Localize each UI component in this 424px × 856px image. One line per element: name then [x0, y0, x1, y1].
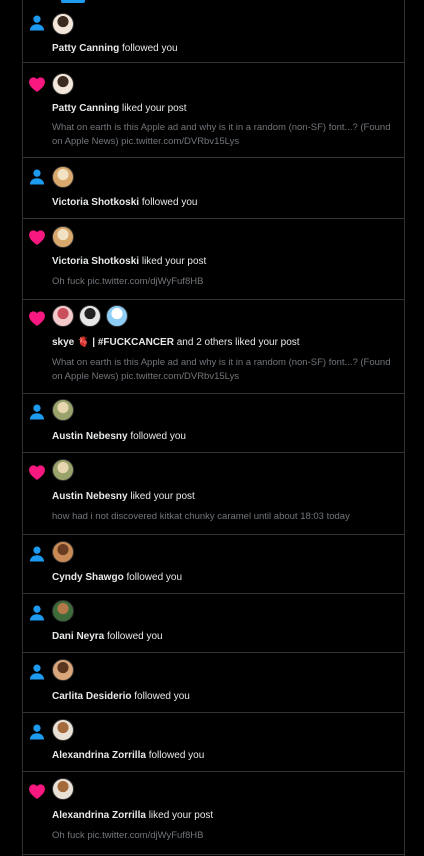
avatar-cyndy-shawgo[interactable]: [52, 541, 74, 563]
user-name[interactable]: skye 🫀 | #FUCKCANCER: [52, 337, 174, 348]
user-name[interactable]: Alexandrina Zorrilla: [52, 750, 146, 761]
avatar-group: [52, 778, 74, 800]
heart-icon: [27, 227, 47, 247]
user-name[interactable]: Cyndy Shawgo: [52, 572, 124, 583]
notification-text: Austin Nebesny followed you: [52, 430, 396, 443]
notification-item[interactable]: Patty Canning liked your post What on ear…: [23, 63, 404, 158]
user-name[interactable]: Austin Nebesny: [52, 431, 128, 442]
avatar-group: [52, 226, 74, 248]
notification-text: Victoria Shotkoski liked your post: [52, 255, 396, 268]
user-name[interactable]: Austin Nebesny: [52, 491, 128, 502]
avatar-victoria-shotkoski[interactable]: [52, 226, 74, 248]
avatar-alexandrina-zorrilla[interactable]: [52, 778, 74, 800]
avatar-carlita-desiderio[interactable]: [52, 659, 74, 681]
heart-icon: [27, 308, 47, 328]
person-icon: [27, 662, 47, 682]
action-text: and 2 others liked your post: [173, 337, 300, 348]
notification-item[interactable]: Cyndy Shawgo followed you: [23, 535, 404, 594]
post-preview[interactable]: how had i not discovered kitkat chunky c…: [52, 510, 398, 524]
action-text: liked your post: [145, 810, 214, 821]
notification-item[interactable]: Alexandrina Zorrilla followed you: [23, 713, 404, 772]
avatar-dani-neyra[interactable]: [52, 600, 74, 622]
action-text: liked your post: [127, 491, 195, 502]
avatar-group: [52, 73, 74, 95]
avatar-group: [52, 305, 128, 327]
heart-icon: [27, 781, 47, 801]
avatar-skye[interactable]: [52, 305, 74, 327]
user-name[interactable]: Patty Canning: [52, 43, 119, 54]
person-icon: [27, 603, 47, 623]
person-icon: [27, 722, 47, 742]
notification-item[interactable]: Dani Neyra followed you: [23, 594, 404, 653]
avatar-cartoon[interactable]: [106, 305, 128, 327]
action-text: followed you: [127, 431, 186, 442]
notification-item[interactable]: Austin Nebesny followed you: [23, 394, 404, 453]
notification-text: Patty Canning liked your post: [52, 102, 396, 115]
notification-text: Alexandrina Zorrilla liked your post: [52, 809, 396, 822]
user-name[interactable]: Alexandrina Zorrilla: [52, 810, 146, 821]
avatar-group: [52, 719, 74, 741]
heart-icon: [27, 74, 47, 94]
post-preview[interactable]: What on earth is this Apple ad and why i…: [52, 121, 398, 149]
action-text: followed you: [145, 750, 205, 761]
notification-text: Carlita Desiderio followed you: [52, 690, 396, 703]
action-text: followed you: [119, 43, 178, 54]
person-icon: [27, 13, 47, 33]
notifications-feed: Patty Canning followed you Patty Canning …: [22, 0, 405, 856]
post-preview[interactable]: Oh fuck pic.twitter.com/djWyFuf8HB: [52, 829, 398, 843]
avatar-patty-canning[interactable]: [52, 73, 74, 95]
avatar-victoria-shotkoski[interactable]: [52, 166, 74, 188]
action-text: followed you: [139, 197, 198, 208]
avatar-austin-nebesny[interactable]: [52, 459, 74, 481]
avatar-group: [52, 541, 74, 563]
avatar-group: [52, 399, 74, 421]
avatar-group: [52, 600, 74, 622]
notification-item[interactable]: skye 🫀 | #FUCKCANCER and 2 others liked …: [23, 300, 404, 394]
notification-text: Austin Nebesny liked your post: [52, 490, 396, 503]
notification-item[interactable]: Carlita Desiderio followed you: [23, 653, 404, 713]
person-icon: [27, 167, 47, 187]
notification-text: skye 🫀 | #FUCKCANCER and 2 others liked …: [52, 336, 396, 349]
avatar-group: [52, 166, 74, 188]
notification-text: Patty Canning followed you: [52, 42, 396, 55]
user-name[interactable]: Victoria Shotkoski: [52, 197, 139, 208]
avatar-group: [52, 659, 74, 681]
action-text: liked your post: [119, 103, 187, 114]
person-icon: [27, 402, 47, 422]
user-name[interactable]: Carlita Desiderio: [52, 691, 131, 702]
notification-text: Cyndy Shawgo followed you: [52, 571, 396, 584]
notification-item[interactable]: Victoria Shotkoski followed you: [23, 158, 404, 219]
notification-text: Alexandrina Zorrilla followed you: [52, 749, 396, 762]
person-icon: [27, 544, 47, 564]
user-name[interactable]: Patty Canning: [52, 103, 119, 114]
avatar-n-logo[interactable]: [79, 305, 101, 327]
avatar-austin-nebesny[interactable]: [52, 399, 74, 421]
avatar-alexandrina-zorrilla[interactable]: [52, 719, 74, 741]
avatar-group: [52, 459, 74, 481]
user-name[interactable]: Dani Neyra: [52, 631, 104, 642]
notification-text: Victoria Shotkoski followed you: [52, 196, 396, 209]
notification-item[interactable]: Alexandrina Zorrilla liked your post Oh f…: [23, 772, 404, 855]
action-text: liked your post: [139, 256, 207, 267]
action-text: followed you: [123, 572, 183, 583]
post-preview[interactable]: What on earth is this Apple ad and why i…: [52, 356, 398, 384]
avatar-group: [52, 13, 74, 35]
user-name[interactable]: Victoria Shotkoski: [52, 256, 139, 267]
notification-item[interactable]: Patty Canning followed you: [23, 0, 404, 63]
avatar-patty-canning[interactable]: [52, 13, 74, 35]
notification-text: Dani Neyra followed you: [52, 630, 396, 643]
action-text: followed you: [131, 691, 190, 702]
heart-icon: [27, 462, 47, 482]
notification-item[interactable]: Austin Nebesny liked your post how had i …: [23, 453, 404, 535]
post-preview[interactable]: Oh fuck pic.twitter.com/djWyFuf8HB: [52, 275, 398, 289]
action-text: followed you: [104, 631, 163, 642]
notification-item[interactable]: Victoria Shotkoski liked your post Oh fuc…: [23, 219, 404, 300]
